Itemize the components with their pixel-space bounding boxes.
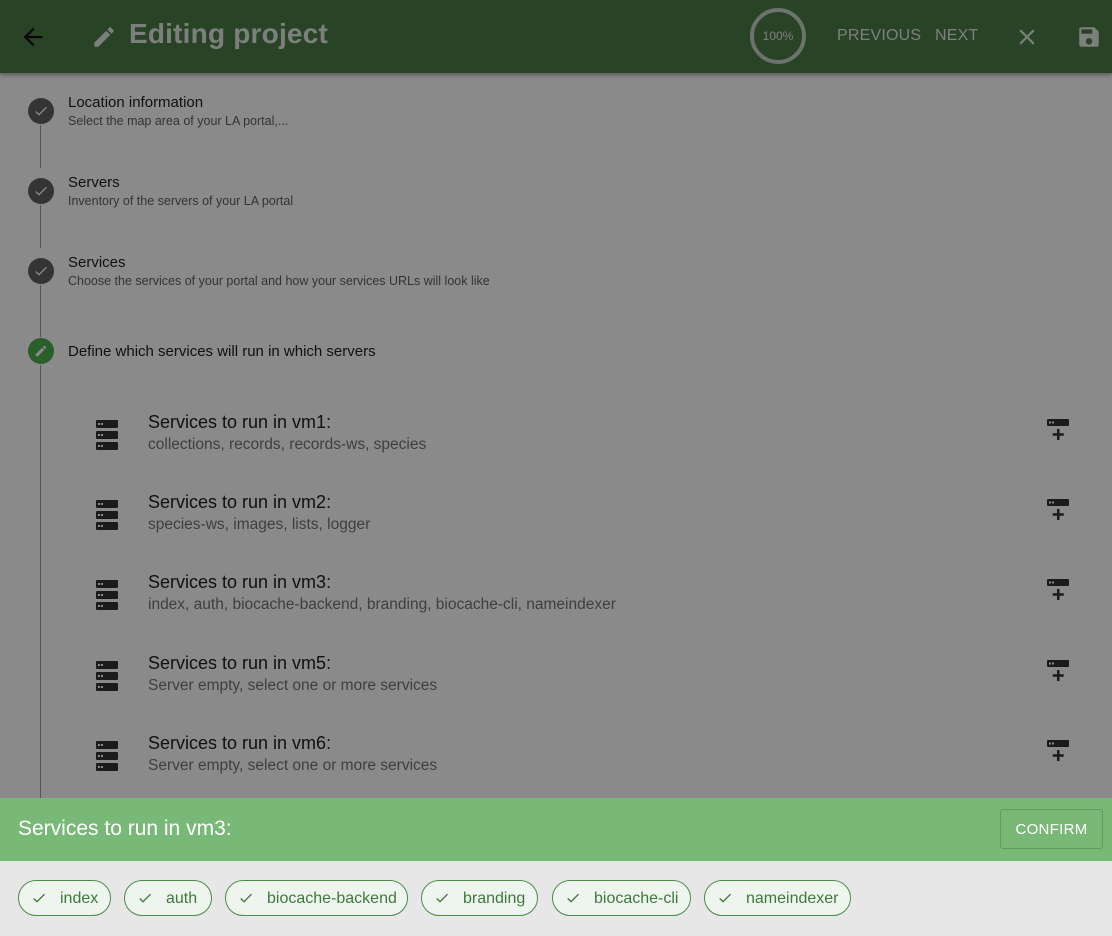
- bottom-sheet-title: Services to run in vm3:: [18, 817, 232, 840]
- service-chip-label: auth: [166, 890, 198, 907]
- service-chip-label: index: [60, 890, 99, 907]
- service-chip[interactable]: auth: [124, 880, 212, 916]
- check-icon: [719, 893, 731, 903]
- confirm-button[interactable]: CONFIRM: [1000, 809, 1103, 849]
- service-chip-label: biocache-backend: [267, 890, 397, 907]
- modal-backdrop[interactable]: [0, 0, 1112, 798]
- bottom-sheet-header: Services to run in vm3: CONFIRM: [0, 798, 1112, 861]
- service-chip-list: index auth biocache-backend branding bio…: [0, 861, 1112, 936]
- check-icon: [436, 893, 448, 903]
- check-icon: [33, 893, 45, 903]
- service-chip[interactable]: index: [18, 880, 111, 916]
- service-chip[interactable]: nameindexer: [704, 880, 851, 916]
- service-chip-label: nameindexer: [746, 890, 839, 907]
- check-icon: [240, 893, 252, 903]
- service-chip[interactable]: biocache-cli: [552, 880, 691, 916]
- check-icon: [567, 893, 579, 903]
- check-icon: [139, 893, 151, 903]
- service-chip[interactable]: branding: [421, 880, 538, 916]
- service-chip-label: branding: [463, 890, 526, 907]
- service-chip[interactable]: biocache-backend: [225, 880, 408, 916]
- service-chip-label: biocache-cli: [594, 890, 679, 907]
